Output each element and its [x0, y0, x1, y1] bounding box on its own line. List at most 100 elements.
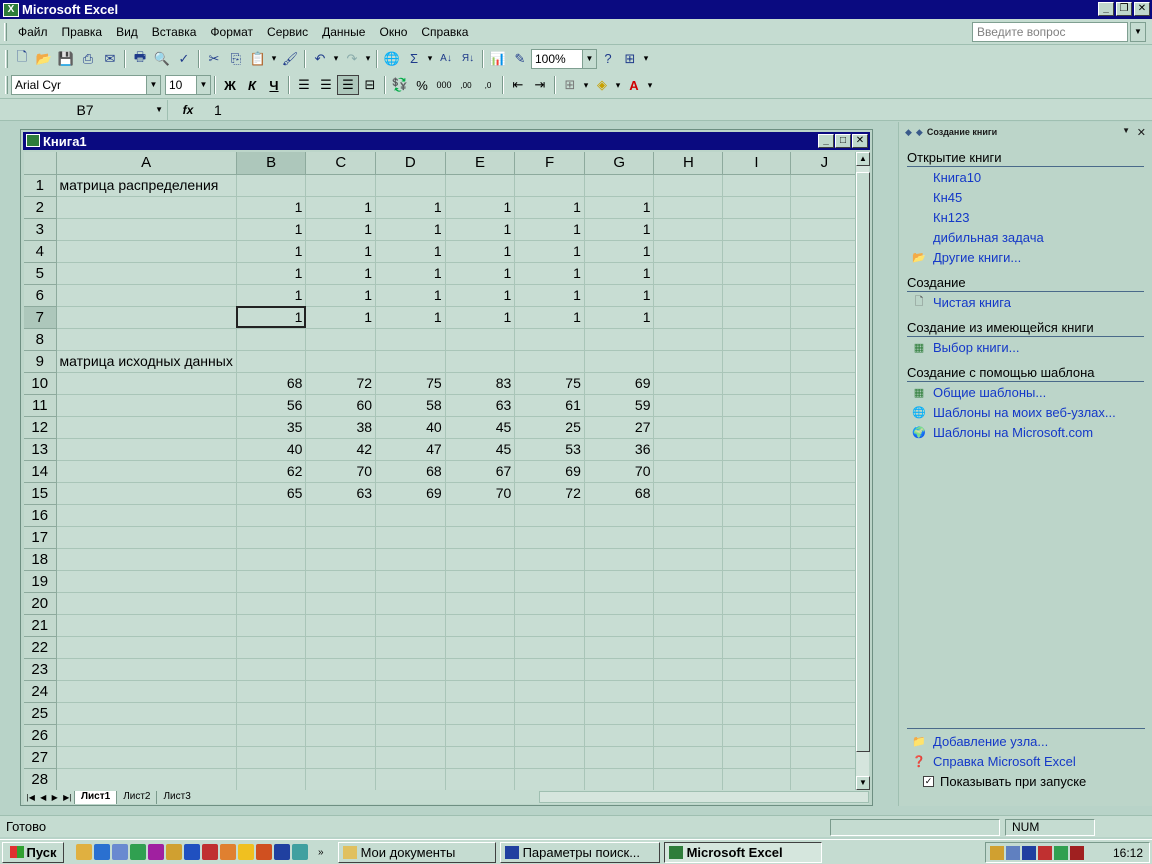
cell[interactable] — [305, 702, 377, 725]
cell[interactable]: 1 — [445, 306, 516, 329]
cell[interactable]: 56 — [236, 394, 307, 417]
cell[interactable] — [653, 636, 724, 659]
ask-question-input[interactable]: Введите вопрос — [972, 22, 1128, 42]
cell[interactable] — [790, 328, 859, 351]
cell[interactable] — [584, 328, 655, 351]
cell[interactable] — [56, 460, 237, 483]
cell[interactable] — [584, 702, 655, 725]
cell[interactable] — [790, 504, 859, 527]
cell[interactable]: 72 — [514, 482, 585, 505]
name-box[interactable]: B7 ▼ — [3, 99, 168, 120]
cell[interactable] — [445, 350, 516, 373]
cell[interactable] — [305, 504, 377, 527]
quicklaunch-app-icon[interactable] — [76, 844, 92, 860]
cell[interactable]: 1 — [584, 240, 655, 263]
cell[interactable] — [790, 240, 859, 263]
format-painter-icon[interactable]: 🖌 — [279, 49, 301, 69]
cell[interactable]: 75 — [514, 372, 585, 395]
borders-icon[interactable]: ⊞ — [559, 75, 581, 95]
redo-icon[interactable]: ↷ — [341, 49, 363, 69]
font-size-select[interactable]: 10 ▼ — [165, 75, 211, 95]
cell[interactable] — [722, 240, 791, 263]
cell[interactable] — [56, 372, 237, 395]
cell[interactable]: 1 — [514, 262, 585, 285]
task-pane-close-icon[interactable]: ✕ — [1137, 126, 1146, 139]
cell[interactable]: 1 — [375, 284, 446, 307]
cell[interactable]: 45 — [445, 416, 516, 439]
cell[interactable] — [56, 570, 237, 593]
cell[interactable]: 1 — [305, 306, 377, 329]
cell[interactable] — [375, 636, 446, 659]
borders-dropdown-icon[interactable]: ▾ — [581, 80, 591, 91]
prev-sheet-icon[interactable]: ◀ — [40, 793, 46, 802]
cell[interactable] — [445, 548, 516, 571]
decrease-indent-icon[interactable]: ⇤ — [507, 75, 529, 95]
quicklaunch-app-icon[interactable] — [238, 844, 254, 860]
cell[interactable] — [56, 196, 237, 219]
chevron-down-icon[interactable]: ▼ — [146, 76, 160, 94]
cell[interactable] — [236, 636, 307, 659]
cell[interactable]: 70 — [584, 460, 655, 483]
cell[interactable] — [56, 592, 237, 615]
cell[interactable]: 40 — [236, 438, 307, 461]
cell[interactable] — [56, 702, 237, 725]
cell[interactable] — [375, 746, 446, 769]
cell[interactable] — [514, 768, 585, 790]
cell[interactable] — [236, 592, 307, 615]
cell[interactable] — [236, 548, 307, 571]
cell[interactable] — [375, 526, 446, 549]
cell[interactable] — [653, 174, 724, 197]
cell[interactable]: матрица исходных данных — [56, 350, 237, 373]
cell[interactable] — [790, 218, 859, 241]
cell[interactable] — [584, 768, 655, 790]
cell[interactable] — [236, 614, 307, 637]
cell[interactable] — [514, 504, 585, 527]
decrease-decimal-icon[interactable]: ,0 — [477, 75, 499, 95]
cell[interactable] — [56, 548, 237, 571]
more-workbooks-link[interactable]: 📂 Другие книги... — [899, 247, 1152, 267]
cell[interactable]: 35 — [236, 416, 307, 439]
cell[interactable] — [790, 306, 859, 329]
tray-app-icon[interactable] — [1038, 845, 1052, 860]
cell[interactable]: 1 — [236, 284, 307, 307]
cell[interactable] — [653, 592, 724, 615]
menu-tools[interactable]: Сервис — [260, 25, 315, 39]
close-button[interactable]: ✕ — [1134, 2, 1150, 16]
cell[interactable]: 69 — [584, 372, 655, 395]
cell[interactable] — [445, 592, 516, 615]
cell[interactable] — [584, 614, 655, 637]
cell[interactable] — [445, 570, 516, 593]
general-templates-link[interactable]: ▦ Общие шаблоны... — [899, 382, 1152, 402]
quicklaunch-app-icon[interactable] — [148, 844, 164, 860]
cell[interactable] — [653, 306, 724, 329]
toolbar-grip[interactable] — [5, 76, 8, 94]
tab-sheet1[interactable]: Лист1 — [74, 790, 117, 804]
cell[interactable] — [722, 636, 791, 659]
cell[interactable] — [584, 724, 655, 747]
align-right-icon[interactable]: ☰ — [337, 75, 359, 95]
choose-workbook-link[interactable]: ▦ Выбор книги... — [899, 337, 1152, 357]
align-center-icon[interactable]: ☰ — [315, 75, 337, 95]
cell[interactable] — [722, 438, 791, 461]
cell[interactable] — [790, 548, 859, 571]
menu-view[interactable]: Вид — [109, 25, 145, 39]
cell[interactable] — [514, 526, 585, 549]
row-header[interactable]: 17 — [24, 526, 57, 549]
cell[interactable]: 38 — [305, 416, 377, 439]
cell[interactable] — [375, 724, 446, 747]
row-header[interactable]: 16 — [24, 504, 57, 527]
cell[interactable] — [56, 438, 237, 461]
row-header[interactable]: 27 — [24, 746, 57, 769]
cell[interactable] — [722, 768, 791, 790]
cell[interactable]: 1 — [584, 262, 655, 285]
cell[interactable]: 1 — [584, 284, 655, 307]
column-header[interactable]: F — [514, 152, 585, 175]
cell[interactable] — [514, 592, 585, 615]
row-header[interactable]: 5 — [24, 262, 57, 285]
help-icon[interactable]: ? — [597, 49, 619, 69]
cell[interactable] — [790, 614, 859, 637]
cell[interactable] — [236, 570, 307, 593]
cell[interactable] — [375, 174, 446, 197]
cell[interactable]: 70 — [305, 460, 377, 483]
recent-file-link[interactable]: дибильная задача — [899, 227, 1152, 247]
